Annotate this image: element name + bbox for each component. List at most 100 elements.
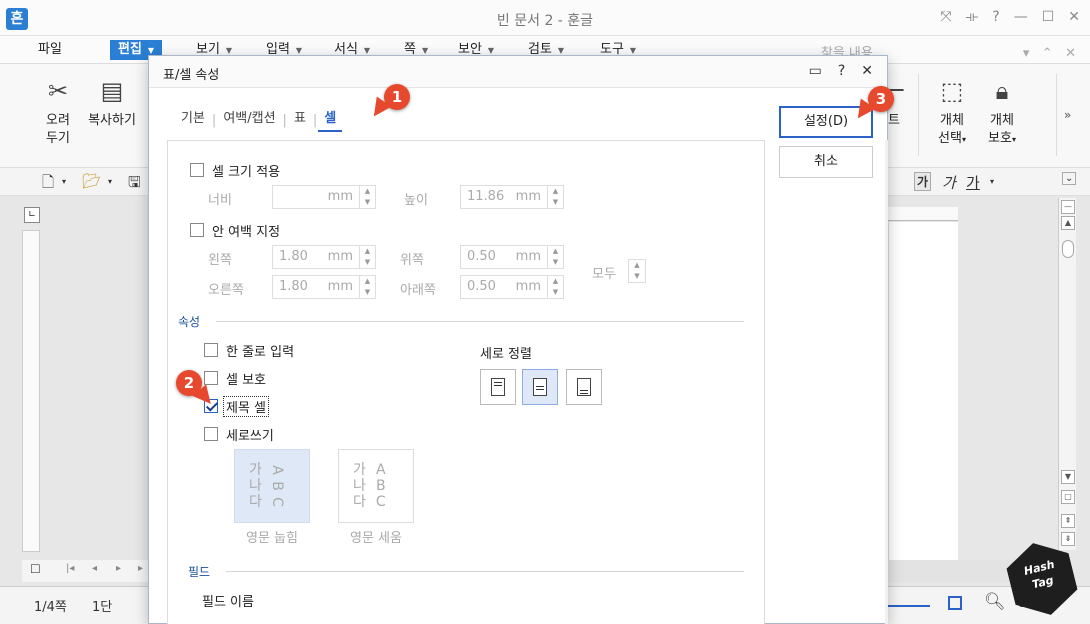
cell-size-label: 셀 크기 적용 xyxy=(212,165,281,180)
vertical-align-label: 세로 정렬 xyxy=(480,347,532,362)
dialog-scrollbar[interactable] xyxy=(885,140,888,624)
chevron-down-icon[interactable]: ▾ xyxy=(62,177,66,186)
valign-middle-button[interactable] xyxy=(522,369,558,405)
maximize-icon[interactable]: ☐ xyxy=(1042,9,1055,25)
chevron-down-icon: ▼ xyxy=(147,46,155,55)
minimize-icon[interactable]: — xyxy=(1014,9,1028,25)
object-protect-button[interactable]: 🔒︎ 개체 보호▾ xyxy=(980,76,1024,149)
next-page-icon[interactable]: ⇟ xyxy=(1061,532,1075,546)
vertical-writing-label: 세로쓰기 xyxy=(226,429,274,444)
toolbar-expand-icon[interactable]: ⌄ xyxy=(1062,172,1077,185)
right-padding-field[interactable]: 1.80 mm ▲ ▼ xyxy=(272,275,376,299)
close-icon[interactable]: ✕ xyxy=(1068,9,1080,25)
menu-file[interactable]: 파일 xyxy=(30,40,70,60)
page-fit-icon[interactable] xyxy=(948,596,962,610)
tab-type-icon[interactable]: ∟ xyxy=(24,207,40,223)
zoom-slider[interactable] xyxy=(888,605,930,607)
single-line-checkbox[interactable] xyxy=(204,343,218,357)
save-icon[interactable]: 🖫︎ xyxy=(128,172,141,197)
cancel-button[interactable]: 취소 xyxy=(779,146,873,178)
table-cell-properties-dialog: 표/셀 속성 ▭ ? ✕ 기본 | 여백/캡션 | 표 | 셀 셀 크기 적용 … xyxy=(148,55,888,624)
tab-cell[interactable]: 셀 xyxy=(318,108,343,132)
cut-button[interactable]: ✂ 오려 두기 xyxy=(38,76,78,148)
close-icon[interactable]: ✕ xyxy=(1065,46,1076,61)
tab-margin-caption[interactable]: 여백/캡션 xyxy=(217,108,281,132)
prev-page-icon[interactable]: ⇞ xyxy=(1061,514,1075,528)
padding-checkbox[interactable] xyxy=(190,223,204,237)
spinner-icon[interactable]: ▲ ▼ xyxy=(359,276,375,298)
valign-top-button[interactable] xyxy=(480,369,516,405)
spinner-icon[interactable]: ▲ ▼ xyxy=(359,246,375,268)
ribbon-separator xyxy=(918,74,919,156)
cell-protect-checkbox[interactable] xyxy=(204,371,218,385)
chevron-down-icon[interactable]: ▾ xyxy=(990,177,994,186)
copy-button[interactable]: ▤ 복사하기 xyxy=(82,76,142,130)
next-icon[interactable]: ▸ xyxy=(116,563,121,574)
char-style-button[interactable]: 가 xyxy=(914,172,932,191)
lock-icon: 🔒︎ xyxy=(995,77,1009,105)
all-padding-spinner[interactable]: ▲ ▼ xyxy=(628,259,646,283)
copy-icon: ▤ xyxy=(100,77,124,105)
spinner-icon[interactable]: ▲ ▼ xyxy=(547,246,563,268)
new-document-icon[interactable]: 🗋︎ xyxy=(42,172,54,197)
cell-tab-panel: 셀 크기 적용 너비 mm ▲ ▼ 높이 11.86 mm ▲ ▼ 안 여백 지정 … xyxy=(167,140,765,624)
chevron-down-icon: ▼ xyxy=(295,46,303,55)
help-icon[interactable]: ? xyxy=(992,9,999,25)
zoom-icon[interactable]: 🔍︎ xyxy=(984,592,1006,612)
scroll-down-icon[interactable]: ▼ xyxy=(1061,470,1075,484)
upright-english-caption: 영문 세움 xyxy=(350,531,402,546)
window-title: 빈 문서 2 - 훈글 xyxy=(496,13,594,29)
page-icon[interactable]: ☐ xyxy=(30,562,41,576)
first-page-icon[interactable]: |◂ xyxy=(66,563,74,574)
scissors-icon: ✂ xyxy=(47,77,69,105)
last-page-icon[interactable]: ▸ xyxy=(138,563,143,574)
height-field[interactable]: 11.86 mm ▲ ▼ xyxy=(460,185,564,209)
align-middle-icon xyxy=(533,378,547,396)
vertical-scrollbar[interactable]: — ▲ ▼ ▢ ⇞ ⇟ xyxy=(1058,198,1076,550)
page-indicator: 1/4쪽 xyxy=(34,600,67,615)
align-top-icon xyxy=(491,378,505,396)
rotated-english-caption: 영문 눕힘 xyxy=(246,531,298,546)
spinner-icon[interactable]: ▲ ▼ xyxy=(547,276,563,298)
italic-button[interactable]: 가 xyxy=(942,172,956,193)
width-label: 너비 xyxy=(208,193,232,208)
window-controls: ⤧ ⟛ ? — ☐ ✕ xyxy=(940,9,1080,25)
width-field[interactable]: mm ▲ ▼ xyxy=(272,185,376,209)
chevron-down-icon[interactable]: ▾ xyxy=(108,177,112,186)
tab-basic[interactable]: 기본 xyxy=(175,108,211,132)
column-indicator: 1단 xyxy=(92,600,113,615)
open-folder-icon[interactable]: 📂︎ xyxy=(82,172,101,190)
dialog-options-icon[interactable]: ▭ xyxy=(809,63,822,79)
chevron-up-icon[interactable]: ⌃ xyxy=(1042,46,1053,61)
page-view-icon[interactable]: ▢ xyxy=(1061,490,1075,504)
left-padding-field[interactable]: 1.80 mm ▲ ▼ xyxy=(272,245,376,269)
vertical-writing-checkbox[interactable] xyxy=(204,427,218,441)
split-icon[interactable]: ⟛ xyxy=(966,9,979,25)
spinner-icon[interactable]: ▲ ▼ xyxy=(629,260,645,282)
chevron-down-icon: ▾ xyxy=(961,135,966,144)
fullscreen-icon[interactable]: ⤧ xyxy=(940,9,951,25)
valign-bottom-button[interactable] xyxy=(566,369,602,405)
dialog-help-icon[interactable]: ? xyxy=(838,63,845,79)
align-bottom-icon xyxy=(577,378,591,396)
underline-button[interactable]: 가 xyxy=(966,172,980,193)
scroll-up-icon[interactable]: ▲ xyxy=(1061,216,1075,230)
top-padding-field[interactable]: 0.50 mm ▲ ▼ xyxy=(460,245,564,269)
rotated-english-option[interactable]: 가 나 다 A B C xyxy=(234,449,310,523)
cell-size-checkbox[interactable] xyxy=(190,163,204,177)
spinner-icon[interactable]: ▲ ▼ xyxy=(359,186,375,208)
object-select-button[interactable]: ⬚ 개체 선택▾ xyxy=(930,76,974,149)
scroll-thumb[interactable] xyxy=(1062,240,1074,258)
single-line-label: 한 줄로 입력 xyxy=(226,345,295,360)
tab-table[interactable]: 표 xyxy=(288,108,312,132)
scroll-top-icon[interactable]: — xyxy=(1061,200,1075,214)
prev-icon[interactable]: ◂ xyxy=(92,563,97,574)
document-page[interactable] xyxy=(888,222,958,562)
dialog-close-icon[interactable]: ✕ xyxy=(861,63,873,79)
chevron-down-icon: ▾ xyxy=(1011,135,1016,144)
upright-english-option[interactable]: 가 나 다 A B C xyxy=(338,449,414,523)
spinner-icon[interactable]: ▲ ▼ xyxy=(547,186,563,208)
ribbon-expand-icon[interactable]: » xyxy=(1064,108,1071,122)
padding-label: 안 여백 지정 xyxy=(212,225,281,240)
bottom-padding-field[interactable]: 0.50 mm ▲ ▼ xyxy=(460,275,564,299)
